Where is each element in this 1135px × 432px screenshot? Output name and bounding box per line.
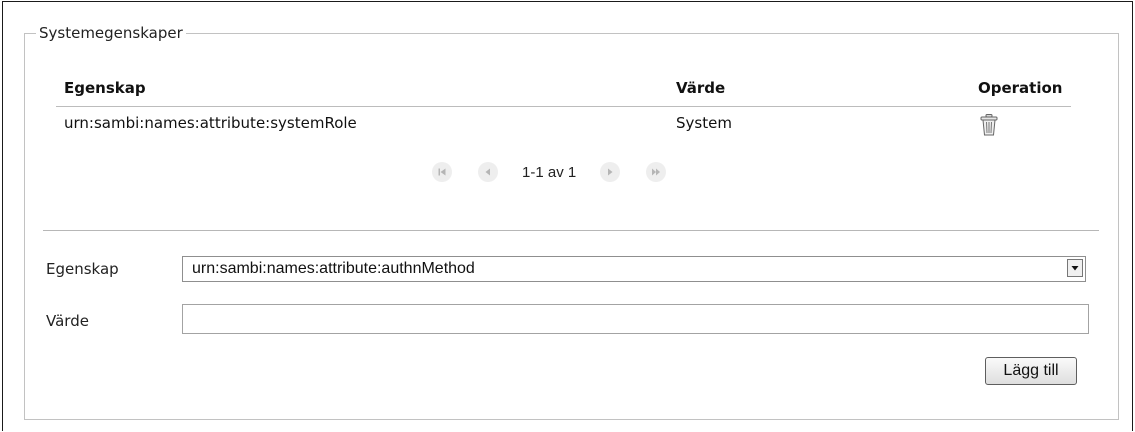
next-page-icon xyxy=(608,168,613,176)
property-label: Egenskap xyxy=(46,260,119,278)
previous-page-icon xyxy=(485,168,490,176)
column-header-operation: Operation xyxy=(978,79,1063,97)
property-cell: urn:sambi:names:attribute:systemRole xyxy=(64,114,357,132)
add-button[interactable]: Lägg till xyxy=(985,357,1077,385)
dropdown-button[interactable] xyxy=(1067,259,1083,277)
table-header: Egenskap Värde Operation xyxy=(56,72,1071,107)
section-divider xyxy=(43,230,1099,231)
properties-table: Egenskap Värde Operation urn:sambi:names… xyxy=(56,72,1071,143)
column-header-property[interactable]: Egenskap xyxy=(64,79,146,97)
pagination-range: 1-1 av 1 xyxy=(522,163,577,181)
property-select[interactable]: urn:sambi:names:attribute:authnMethod xyxy=(182,256,1086,282)
last-page-icon xyxy=(652,168,661,176)
section-title: Systemegenskaper xyxy=(36,24,186,42)
delete-button[interactable] xyxy=(979,114,999,136)
column-header-value[interactable]: Värde xyxy=(676,79,725,97)
property-select-value: urn:sambi:names:attribute:authnMethod xyxy=(192,260,475,277)
previous-page-button[interactable] xyxy=(478,162,498,182)
value-label: Värde xyxy=(46,312,89,330)
value-cell: System xyxy=(676,114,732,132)
chevron-down-icon xyxy=(1071,266,1079,271)
next-page-button[interactable] xyxy=(600,162,621,182)
table-row: urn:sambi:names:attribute:systemRole Sys… xyxy=(56,107,1071,143)
last-page-button[interactable] xyxy=(646,162,667,182)
pagination: 1-1 av 1 xyxy=(432,160,692,184)
first-page-icon xyxy=(438,168,446,176)
value-input[interactable] xyxy=(182,304,1089,334)
first-page-button[interactable] xyxy=(432,162,452,182)
trash-icon xyxy=(980,114,998,136)
